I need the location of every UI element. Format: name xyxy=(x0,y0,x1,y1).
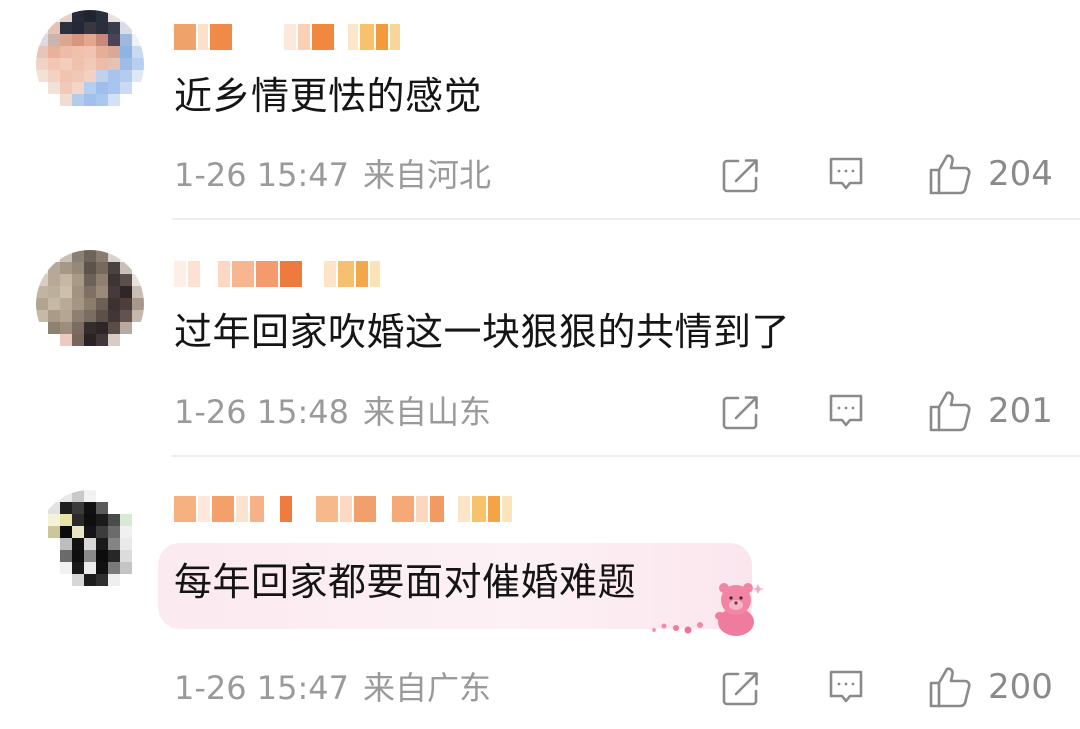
comment-button[interactable] xyxy=(827,668,865,706)
like-button[interactable]: 201 xyxy=(928,389,1053,433)
like-icon xyxy=(929,667,971,708)
like-icon xyxy=(929,391,971,432)
username-blurred[interactable] xyxy=(174,257,380,291)
share-icon xyxy=(722,159,758,193)
like-button[interactable]: 200 xyxy=(928,665,1053,709)
comment-icon xyxy=(829,157,863,190)
comment-time: 1-26 15:47 xyxy=(174,669,350,707)
comment-text: 每年回家都要面对催婚难题 xyxy=(174,560,637,604)
like-count: 201 xyxy=(988,391,1053,431)
share-button[interactable] xyxy=(722,670,760,706)
like-count: 204 xyxy=(988,154,1053,194)
avatar[interactable] xyxy=(36,10,144,118)
comment-time: 1-26 15:48 xyxy=(174,393,350,431)
share-button[interactable] xyxy=(722,394,760,430)
share-icon xyxy=(722,672,758,706)
divider xyxy=(172,455,1080,457)
username-blurred[interactable] xyxy=(174,20,400,54)
comment-location: 来自山东 xyxy=(363,393,492,431)
bear-sticker xyxy=(652,583,764,636)
like-icon xyxy=(929,154,971,195)
username-blurred[interactable] xyxy=(174,492,512,526)
avatar[interactable] xyxy=(36,250,144,358)
comment-icon xyxy=(829,670,863,703)
like-count: 200 xyxy=(988,667,1053,707)
comment-location: 来自广东 xyxy=(363,669,492,707)
divider xyxy=(172,218,1080,220)
share-button[interactable] xyxy=(722,157,760,193)
share-icon xyxy=(722,396,758,430)
comment-text: 过年回家吹婚这一块狠狠的共情到了 xyxy=(174,310,791,354)
comment-text: 近乡情更怯的感觉 xyxy=(174,74,483,118)
comment-meta: 1-26 15:47 来自广东 xyxy=(174,668,491,708)
avatar[interactable] xyxy=(36,490,144,598)
comment-icon xyxy=(829,394,863,427)
comment-meta: 1-26 15:48 来自山东 xyxy=(174,392,491,432)
comment-time: 1-26 15:47 xyxy=(174,156,350,194)
comment-meta: 1-26 15:47 来自河北 xyxy=(174,155,491,195)
comment-location: 来自河北 xyxy=(363,156,492,194)
comment-button[interactable] xyxy=(827,392,865,430)
comment-button[interactable] xyxy=(827,155,865,193)
like-button[interactable]: 204 xyxy=(928,152,1053,196)
